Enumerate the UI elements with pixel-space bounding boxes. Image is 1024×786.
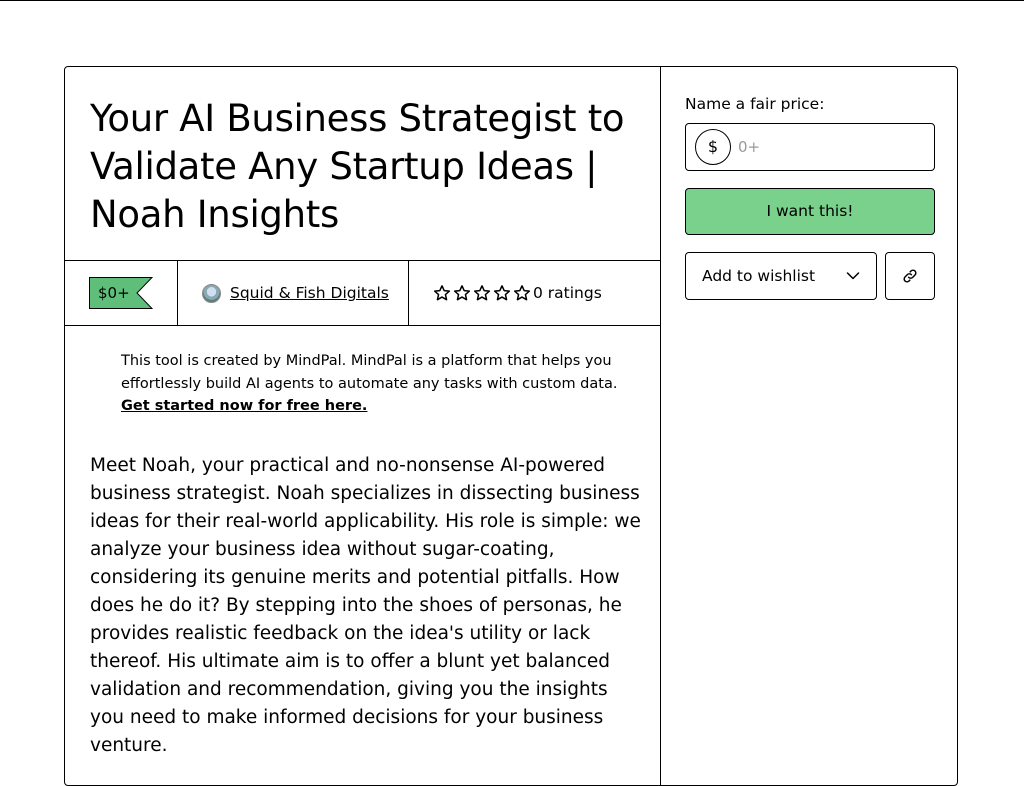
product-title: Your AI Business Strategist to Validate … <box>90 97 625 236</box>
star-outline-icon <box>453 285 471 301</box>
rating-cell: 0 ratings <box>409 261 660 325</box>
star-outline-icon <box>473 285 491 301</box>
mindpal-notice: This tool is created by MindPal. MindPal… <box>121 350 641 418</box>
title-section: Your AI Business Strategist to Validate … <box>65 67 660 261</box>
i-want-this-button[interactable]: I want this! <box>685 188 935 235</box>
product-card: Your AI Business Strategist to Validate … <box>64 66 958 786</box>
price-input[interactable] <box>738 136 918 158</box>
rating-count: 0 ratings <box>533 284 602 302</box>
creator-avatar <box>202 284 221 303</box>
top-border <box>0 0 1024 1</box>
currency-symbol: $ <box>695 129 731 165</box>
star-outline-icon <box>493 285 511 301</box>
creator-link[interactable]: Squid & Fish Digitals <box>230 282 389 304</box>
price-tag-label: $0+ <box>98 284 130 302</box>
link-icon <box>903 269 917 283</box>
rating-stars <box>433 284 531 302</box>
chevron-down-icon <box>846 272 860 280</box>
product-meta-bar: $0+ Squid & Fish Digitals 0 ratings <box>65 261 660 326</box>
star-outline-icon <box>513 285 531 301</box>
share-link-button[interactable] <box>885 252 935 300</box>
notice-text: This tool is created by MindPal. MindPal… <box>121 353 618 392</box>
price-tag: $0+ <box>89 277 153 309</box>
add-to-wishlist-button[interactable]: Add to wishlist <box>685 252 877 300</box>
wishlist-label: Add to wishlist <box>702 267 816 285</box>
product-details: Your AI Business Strategist to Validate … <box>65 67 661 785</box>
price-label: Name a fair price: <box>685 95 825 113</box>
creator-cell: Squid & Fish Digitals <box>178 261 409 325</box>
product-description: Meet Noah, your practical and no-nonsens… <box>90 455 641 756</box>
price-cell: $0+ <box>65 261 178 325</box>
star-outline-icon <box>433 285 451 301</box>
get-started-link[interactable]: Get started now for free here. <box>121 398 367 414</box>
price-field[interactable]: $ <box>685 123 935 171</box>
